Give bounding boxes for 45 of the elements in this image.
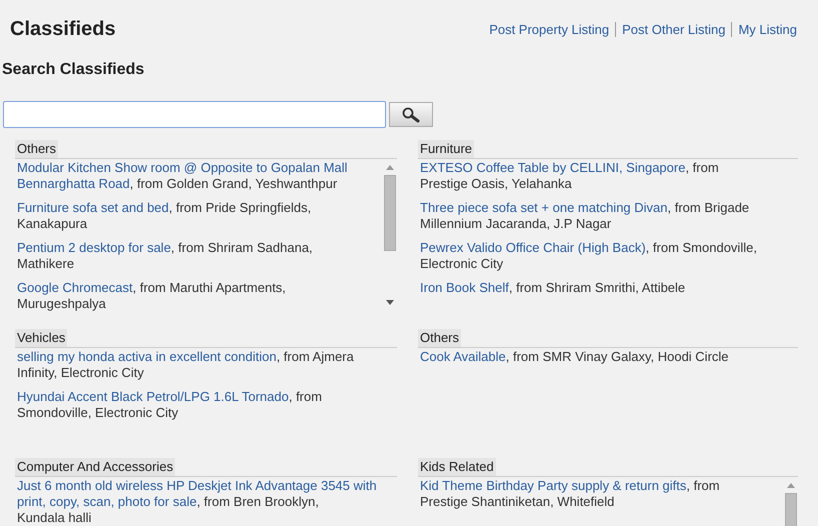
listing-link[interactable]: Bennarghatta Road [17, 176, 130, 191]
listing-link[interactable]: Pentium 2 desktop for sale [17, 240, 171, 255]
search-field[interactable] [3, 101, 386, 128]
listing-item: Hyundai Accent Black Petrol/LPG 1.6L Tornado, from Smondoville, Electronic City [17, 389, 323, 421]
section-title: Others [418, 329, 462, 347]
listing-link[interactable]: Google Chromecast [17, 280, 133, 295]
listing-item: Cook Available, from SMR Vinay Galaxy, Hoodi Circle [420, 349, 730, 365]
listing-link[interactable]: Furniture sofa set and bed [17, 200, 169, 215]
listing-item: Kid Theme Birthday Party supply & return gifts, from Prestige Shantiniketan, Whitefield [420, 478, 721, 510]
section-title: Others [15, 140, 58, 158]
listing-item: Pewrex Valido Office Chair (High Back), from Smondoville, Electronic City [420, 240, 758, 272]
listing-link[interactable]: Iron Book Shelf [420, 280, 509, 295]
listing-link[interactable]: Modular Kitchen Show room @ Opposite to Gopalan Mall [17, 160, 348, 175]
listing-link[interactable]: print, copy, scan, photo for sale [17, 494, 197, 509]
listing-link[interactable]: Three piece sofa set + one matching Divan [420, 200, 668, 215]
listing-link[interactable]: EXTESO Coffee Table by CELLINI, Singapore [420, 160, 686, 175]
listing-item: Three piece sofa set + one matching Divan, from Brigade Millennium Jacaranda, J.P Nagar [420, 200, 750, 232]
nav-link[interactable]: Post Other Listing [615, 22, 732, 37]
listing-item: Modular Kitchen Show room @ Opposite to Gopalan Mall Bennarghatta Road, from Golden Grand, Yeshwanthpur [17, 160, 348, 192]
listing-item: selling my honda activa in excellent condition, from Ajmera Infinity, Electronic City [17, 349, 355, 381]
listing-link[interactable]: Just 6 month old wireless HP Deskjet Ink Advantage 3545 with [17, 478, 377, 493]
scroll-up-icon[interactable] [787, 483, 795, 488]
listing-item: EXTESO Coffee Table by CELLINI, Singapore, from Prestige Oasis, Yelahanka [420, 160, 720, 192]
section-title: Vehicles [15, 329, 68, 347]
listing-link[interactable]: Pewrex Valido Office Chair (High Back) [420, 240, 646, 255]
search-heading: Search Classifieds [2, 61, 146, 79]
listing-item: Pentium 2 desktop for sale, from Shriram Sadhana, Mathikere [17, 240, 314, 272]
search-button[interactable] [389, 102, 433, 127]
section-title: Computer And Accessories [15, 458, 176, 476]
listing-link[interactable]: Cook Available [420, 349, 506, 364]
scrollbar-thumb[interactable] [384, 175, 396, 251]
listing-link[interactable]: Hyundai Accent Black Petrol/LPG 1.6L Tornado [17, 389, 289, 404]
scroll-up-icon[interactable] [386, 165, 394, 170]
section-title: Furniture [418, 140, 474, 158]
section-title: Kids Related [418, 458, 496, 476]
nav-link[interactable]: Post Property Listing [483, 22, 616, 37]
nav-link[interactable]: My Listing [731, 22, 803, 37]
listing-link[interactable]: Kid Theme Birthday Party supply & return gifts [420, 478, 686, 493]
listing-item: Google Chromecast, from Maruthi Apartments, Murugeshpalya [17, 280, 287, 312]
search-icon [401, 106, 421, 122]
scroll-down-icon[interactable] [386, 300, 394, 305]
listing-item: Iron Book Shelf, from Shriram Smrithi, Attibele [420, 280, 686, 296]
page-title: Classifieds [10, 18, 116, 41]
listing-item: Furniture sofa set and bed, from Pride Springfields, Kanakapura [17, 200, 312, 232]
listing-link[interactable]: selling my honda activa in excellent condition [17, 349, 276, 364]
